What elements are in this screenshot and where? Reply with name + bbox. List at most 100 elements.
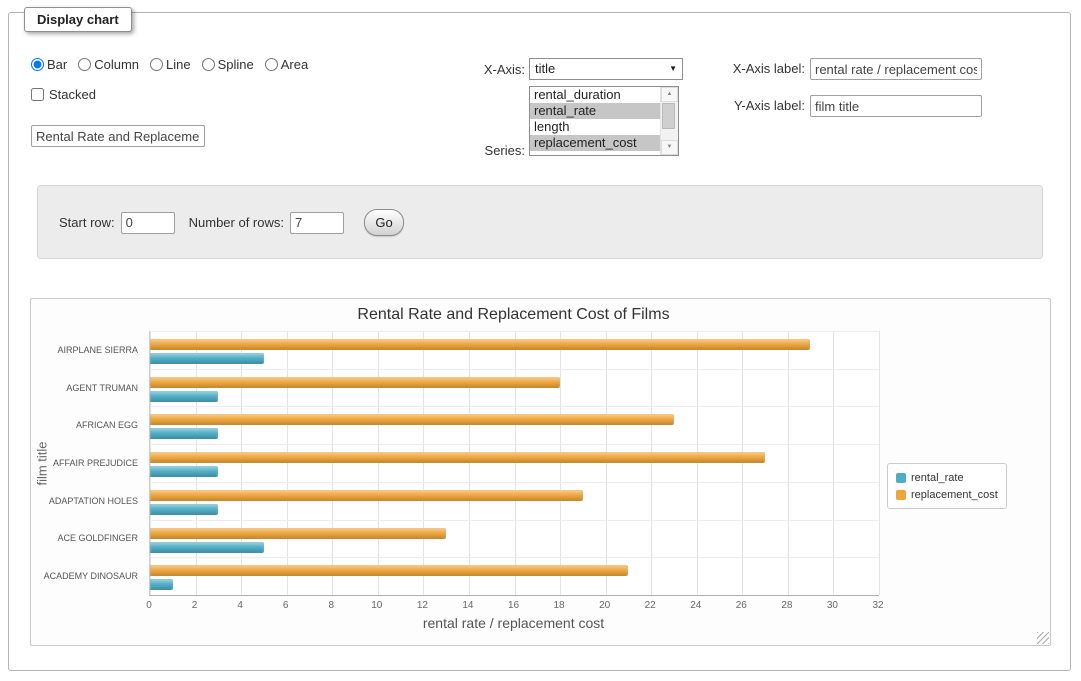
x-tick-label: 20	[590, 600, 620, 611]
chart-type-radio-group: Bar Column Line Spline Area	[31, 57, 308, 72]
bar-replacement_cost	[150, 377, 560, 388]
start-row-label: Start row:	[59, 215, 115, 230]
chart-type-option-line[interactable]: Line	[150, 57, 191, 72]
chart-title-input[interactable]	[31, 125, 205, 147]
gridline	[150, 482, 879, 483]
bar-replacement_cost	[150, 339, 810, 350]
legend-swatch	[896, 473, 906, 483]
series-select-label: Series:	[425, 143, 525, 158]
x-tick-label: 16	[499, 600, 529, 611]
panel-title: Display chart	[24, 7, 132, 32]
row-controls: Start row: Number of rows: Go	[59, 209, 404, 236]
legend-label: rental_rate	[911, 472, 964, 484]
chart-title: Rental Rate and Replacement Cost of Film…	[149, 306, 878, 324]
bar-rental_rate	[150, 391, 218, 402]
legend-item-rental_rate[interactable]: rental_rate	[896, 469, 998, 486]
x-tick-label: 30	[817, 600, 847, 611]
legend-items: rental_rate replacement_cost	[896, 469, 998, 503]
series-option-replacement_cost[interactable]: replacement_cost	[530, 135, 660, 151]
x-tick-label: 0	[134, 600, 164, 611]
x-tick-label: 26	[726, 600, 756, 611]
resize-handle-icon[interactable]	[1037, 632, 1049, 644]
go-button[interactable]: Go	[364, 209, 404, 236]
chart-type-radio-area[interactable]	[265, 58, 278, 71]
bar-rental_rate	[150, 353, 264, 364]
x-axis-select-value: title	[535, 61, 555, 76]
series-option-rental_rate[interactable]: rental_rate	[530, 103, 660, 119]
gridline	[150, 444, 879, 445]
series-option-rental_duration[interactable]: rental_duration	[530, 87, 660, 103]
plot-area	[149, 331, 879, 596]
chart-type-option-area[interactable]: Area	[265, 57, 308, 72]
category-label: AGENT TRUMAN	[66, 383, 138, 393]
x-axis-label-input[interactable]	[810, 58, 982, 80]
gridline	[150, 406, 879, 407]
category-label: AFFAIR PREJUDICE	[53, 458, 138, 468]
bar-rental_rate	[150, 428, 218, 439]
x-tick-label: 4	[225, 600, 255, 611]
bar-replacement_cost	[150, 490, 583, 501]
x-tick-label: 18	[544, 600, 574, 611]
gridline	[879, 331, 880, 595]
x-axis-select-label: X-Axis:	[425, 62, 525, 77]
y-axis-label-input[interactable]	[810, 95, 982, 117]
gridline	[150, 369, 879, 370]
x-tick-label: 6	[271, 600, 301, 611]
bar-replacement_cost	[150, 414, 674, 425]
x-tick-label: 28	[772, 600, 802, 611]
start-row-input[interactable]	[121, 212, 175, 234]
category-label: ACADEMY DINOSAUR	[44, 571, 138, 581]
value-axis-ticks: 02468101214161820222426283032	[149, 600, 878, 612]
chart-type-option-spline[interactable]: Spline	[202, 57, 254, 72]
legend-swatch	[896, 490, 906, 500]
bar-rental_rate	[150, 504, 218, 515]
bar-replacement_cost	[150, 565, 628, 576]
category-label: ADAPTATION HOLES	[49, 496, 138, 506]
stacked-row: Stacked	[31, 87, 96, 102]
chart-type-radio-spline[interactable]	[202, 58, 215, 71]
legend-item-replacement_cost[interactable]: replacement_cost	[896, 486, 998, 503]
chart-type-label: Bar	[47, 57, 67, 72]
gridline	[150, 557, 879, 558]
x-tick-label: 14	[453, 600, 483, 611]
chart-legend: rental_rate replacement_cost	[887, 463, 1007, 509]
gridline	[150, 520, 879, 521]
chart-container: Rental Rate and Replacement Cost of Film…	[30, 298, 1051, 646]
category-label: ACE GOLDFINGER	[57, 533, 138, 543]
bar-rental_rate	[150, 579, 173, 590]
x-tick-label: 8	[316, 600, 346, 611]
bar-rental_rate	[150, 466, 218, 477]
x-axis-label-label: X-Axis label:	[645, 61, 805, 76]
bar-replacement_cost	[150, 528, 446, 539]
stacked-checkbox-label[interactable]: Stacked	[49, 87, 96, 102]
series-option-length[interactable]: length	[530, 119, 660, 135]
chart-type-option-column[interactable]: Column	[78, 57, 139, 72]
category-axis-labels: AIRPLANE SIERRA AGENT TRUMAN AFRICAN EGG AF…	[31, 331, 142, 595]
chart-type-label: Column	[94, 57, 139, 72]
y-axis-label-label: Y-Axis label:	[645, 98, 805, 113]
chart-type-label: Spline	[218, 57, 254, 72]
scrollbar-down-icon[interactable]: ▼	[661, 140, 678, 155]
chart-type-radio-column[interactable]	[78, 58, 91, 71]
chart-type-option-bar[interactable]: Bar	[31, 57, 67, 72]
chart-type-label: Line	[166, 57, 191, 72]
x-tick-label: 12	[407, 600, 437, 611]
category-label: AIRPLANE SIERRA	[57, 345, 138, 355]
chart-type-label: Area	[281, 57, 308, 72]
series-options: rental_durationrental_ratelengthreplacem…	[530, 87, 660, 155]
category-label: AFRICAN EGG	[76, 420, 138, 430]
series-listbox[interactable]: rental_durationrental_ratelengthreplacem…	[529, 86, 679, 156]
stacked-checkbox[interactable]	[31, 88, 44, 101]
x-tick-label: 22	[635, 600, 665, 611]
chart-type-radio-bar[interactable]	[31, 58, 44, 71]
number-of-rows-input[interactable]	[290, 212, 344, 234]
bar-rental_rate	[150, 542, 264, 553]
display-chart-panel: Display chart BarColumnLineSplineArea St…	[8, 12, 1071, 671]
gridline	[833, 331, 834, 595]
legend-label: replacement_cost	[911, 489, 998, 501]
x-tick-label: 24	[681, 600, 711, 611]
gridline	[150, 331, 879, 332]
chart-type-radio-line[interactable]	[150, 58, 163, 71]
x-tick-label: 32	[863, 600, 893, 611]
bar-replacement_cost	[150, 452, 765, 463]
